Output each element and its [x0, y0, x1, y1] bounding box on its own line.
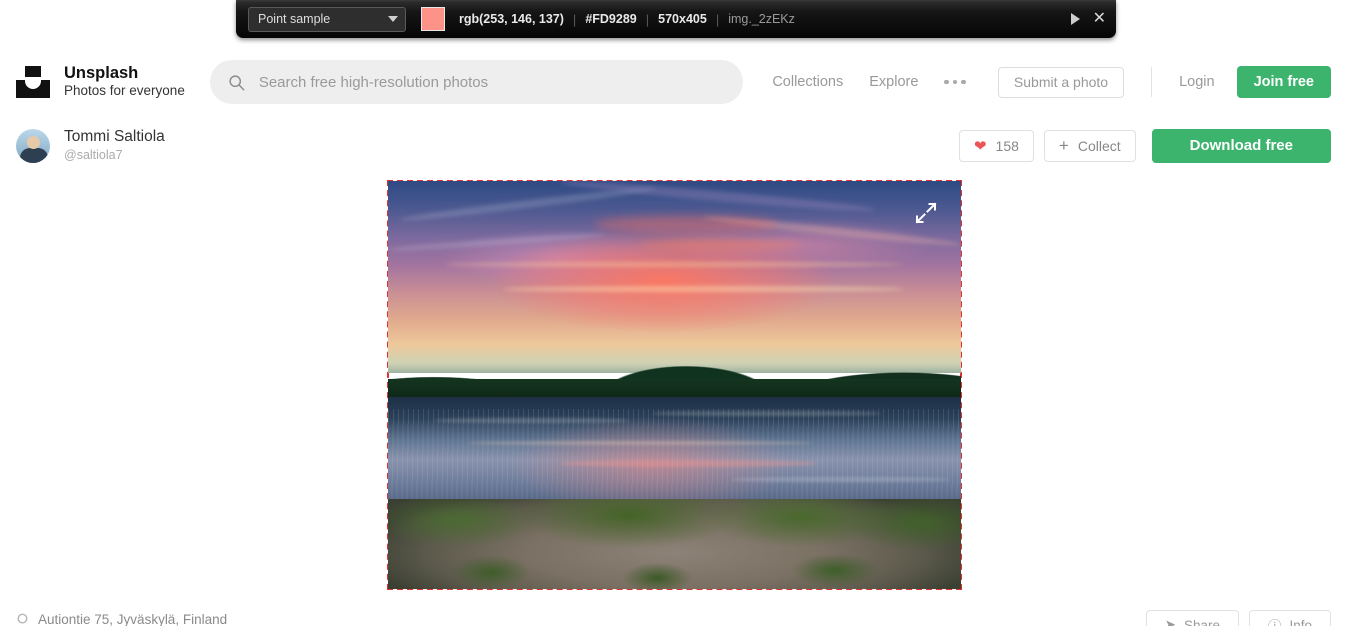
separator: |: [645, 11, 650, 27]
color-readout: rgb(253, 146, 137) | #FD9289 | 570x405 |…: [459, 12, 795, 27]
brand-logo[interactable]: Unsplash Photos for everyone: [16, 64, 185, 100]
photo-location[interactable]: Autiontie 75, Jyväskylä, Finland: [16, 612, 227, 626]
like-button[interactable]: ❤ 158: [958, 129, 1034, 162]
heart-icon: ❤: [973, 137, 987, 155]
toolbar-controls: ✕: [1070, 11, 1106, 27]
photographer-info[interactable]: Tommi Saltiola @saltiola7: [64, 127, 165, 163]
photo-moss: [388, 499, 961, 553]
info-label: Info: [1289, 617, 1312, 626]
plus-icon: +: [1058, 136, 1069, 155]
login-link[interactable]: Login: [1179, 74, 1214, 90]
search-icon: [229, 74, 245, 90]
share-label: Share: [1183, 617, 1220, 626]
avatar[interactable]: [16, 128, 50, 163]
header-nav: Collections Explore Submit a photo Login…: [746, 66, 1331, 98]
location-text: Autiontie 75, Jyväskylä, Finland: [38, 612, 228, 626]
location-pin-icon: [17, 613, 28, 624]
sampler-mode-label: Point sample: [258, 12, 331, 26]
collect-button[interactable]: + Collect: [1043, 129, 1136, 162]
brand-tagline: Photos for everyone: [64, 83, 185, 99]
info-button[interactable]: ⓘ Info: [1248, 610, 1331, 626]
brand-name: Unsplash: [64, 64, 139, 83]
photo-sky: [388, 181, 961, 373]
dimensions-value: 570x405: [658, 12, 707, 26]
sampler-mode-select[interactable]: Point sample: [248, 6, 406, 32]
element-selector-value: img._2zEKz: [728, 12, 795, 26]
expand-icon[interactable]: [915, 202, 937, 224]
photo-treeline: [388, 378, 961, 400]
bottom-actions: ➤ Share ⓘ Info: [1145, 610, 1331, 626]
collect-label: Collect: [1077, 137, 1121, 154]
share-icon: ➤: [1164, 617, 1176, 626]
photo-image[interactable]: [388, 181, 961, 589]
photographer-row: Tommi Saltiola @saltiola7 ❤ 158 + Collec…: [0, 118, 1347, 173]
nav-link-explore[interactable]: Explore: [869, 74, 918, 90]
site-header: Unsplash Photos for everyone Collections…: [0, 52, 1347, 112]
share-button[interactable]: ➤ Share: [1145, 610, 1239, 626]
chevron-down-icon: [388, 16, 398, 22]
like-count: 158: [995, 137, 1019, 154]
brand-text: Unsplash Photos for everyone: [64, 64, 185, 100]
submit-photo-button[interactable]: Submit a photo: [997, 66, 1125, 98]
photographer-name: Tommi Saltiola: [64, 128, 165, 146]
hex-value: #FD9289: [585, 12, 637, 26]
eyedropper-toolbar: Point sample rgb(253, 146, 137) | #FD928…: [236, 0, 1116, 38]
nav-link-collections[interactable]: Collections: [772, 74, 843, 90]
search-input[interactable]: [258, 73, 725, 91]
search-bar[interactable]: [209, 60, 743, 104]
ellipsis-icon[interactable]: [944, 79, 966, 85]
photo-actions: ❤ 158 + Collect Download free: [958, 128, 1331, 163]
separator: |: [715, 11, 720, 27]
info-icon: ⓘ: [1268, 615, 1282, 626]
separator: |: [572, 11, 577, 27]
join-free-button[interactable]: Join free: [1236, 66, 1331, 98]
rgb-value: rgb(253, 146, 137): [459, 12, 564, 26]
play-icon[interactable]: [1070, 13, 1080, 25]
unsplash-logo-icon: [16, 66, 50, 98]
color-swatch[interactable]: [421, 7, 445, 31]
close-icon[interactable]: ✕: [1093, 11, 1106, 27]
download-free-button[interactable]: Download free: [1151, 128, 1331, 163]
photo-moss-foreground: [388, 552, 961, 589]
photographer-handle: @saltiola7: [64, 148, 123, 163]
divider: [1151, 67, 1153, 97]
photo-container[interactable]: [387, 180, 962, 590]
